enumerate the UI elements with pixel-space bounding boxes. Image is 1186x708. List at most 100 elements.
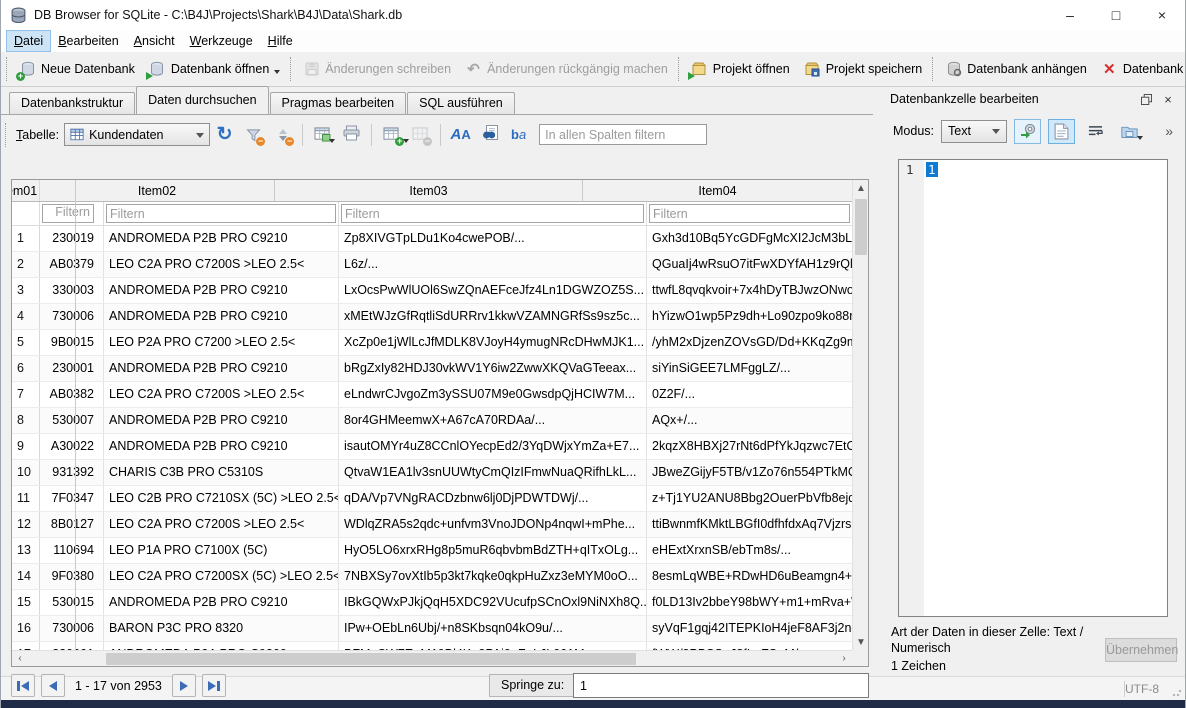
cell-item02[interactable]: LEO C2B PRO C7210SX (5C) >LEO 2.5< (104, 486, 339, 511)
resize-grip-icon[interactable] (1172, 687, 1182, 697)
mode-select[interactable]: Text (941, 119, 1007, 143)
cell-item03[interactable]: qDA/Vp7VNgRACDzbnw6lj0DjPDWTDWj/... (339, 486, 647, 511)
menu-hilfe[interactable]: Hilfe (261, 31, 300, 51)
cell-item03[interactable]: Zp8XIVGTpLDu1Ko4cwePOB/... (339, 226, 647, 251)
cell-item04[interactable]: AQx+/... (647, 408, 852, 433)
insert-record-button[interactable]: + (378, 122, 410, 148)
menu-ansicht[interactable]: Ansicht (127, 31, 182, 51)
close-panel-icon[interactable]: × (1159, 91, 1177, 107)
cell-item03[interactable]: bRgZxIy82HDJ30vkWV1Y6iw2ZwwXKQVaGTeeax..… (339, 356, 647, 381)
import-data-button[interactable] (1014, 118, 1041, 144)
filter-all-columns-input[interactable] (539, 124, 708, 145)
clear-sorting-button[interactable]: − (269, 122, 296, 148)
cell-item03[interactable]: IBkGQWxPJkjQqH5XDC92VUcufpSCnOxl9NiNXh8Q… (339, 590, 647, 615)
float-panel-icon[interactable] (1137, 91, 1155, 107)
horizontal-scrollbar[interactable]: ‹ › (12, 650, 852, 666)
scroll-down-arrow[interactable]: ▼ (853, 634, 869, 650)
cell-item02[interactable]: ANDROMEDA P2B PRO C9210 (104, 434, 339, 459)
close-button[interactable]: × (1139, 0, 1185, 30)
apply-button[interactable]: Übernehmen (1105, 638, 1178, 662)
delete-record-button[interactable]: − (407, 122, 434, 148)
cell-item02[interactable]: ANDROMEDA P2B PRO C9210 (104, 356, 339, 381)
cell-item03[interactable]: 8or4GHMeemwX+A67cA70RDAa/... (339, 408, 647, 433)
cell-editor-content[interactable]: 1 (924, 160, 1167, 616)
cell-item02[interactable]: ANDROMEDA P3A PRO C9300 (104, 642, 339, 650)
minimize-button[interactable]: – (1047, 0, 1093, 30)
tab-datenbankstruktur[interactable]: Datenbankstruktur (9, 92, 136, 114)
cell-item04[interactable]: ttwfL8qvqkvoir+7x4hDyTBJwzONwo+C (647, 278, 852, 303)
previous-page-button[interactable] (41, 674, 65, 697)
cell-item02[interactable]: ANDROMEDA P2B PRO C9210 (104, 590, 339, 615)
scroll-right-arrow[interactable]: › (836, 651, 852, 667)
cell-item04[interactable]: Gxh3d10Bq5YcGDFgMcXI2JcM3bLEbS7 (647, 226, 852, 251)
column-header-item04[interactable]: Item04 (583, 180, 852, 201)
cell-item03[interactable]: L6z/... (339, 252, 647, 277)
filter-item04[interactable] (647, 202, 852, 225)
open-project-button[interactable]: Projekt öffnen (684, 57, 797, 82)
cell-item04[interactable]: z+Tj1YU2ANU8Bbg2OuerPbVfb8ejqAY (647, 486, 852, 511)
filter-item02[interactable] (104, 202, 339, 225)
next-page-button[interactable] (171, 674, 196, 697)
refresh-button[interactable]: ↻ (211, 122, 238, 148)
cell-item02[interactable]: ANDROMEDA P2B PRO C9210 (104, 304, 339, 329)
cell-item04[interactable]: 8esmLqWBE+RDwHD6uBeamgn4+4tM (647, 564, 852, 589)
cell-item03[interactable]: XcZp0e1jWlLcJfMDLK8VJoyH4ymugNRcDHwMJK1.… (339, 330, 647, 355)
print-button[interactable] (338, 122, 365, 148)
open-database-button[interactable]: Datenbank öffnen (142, 57, 287, 82)
format-toggle-button[interactable]: AA (447, 122, 474, 148)
column-header-item03[interactable]: Item03 (275, 180, 583, 201)
cell-item03[interactable]: IPw+OEbLn6Ubj/+n8SKbsqn04kO9u/... (339, 616, 647, 641)
cell-item04[interactable]: f0LD13Iv2bbeY98bWY+m1+mRva+W6 (647, 590, 852, 615)
save-project-button[interactable]: Projekt speichern (797, 57, 930, 82)
horizontal-scroll-thumb[interactable] (106, 652, 636, 665)
jump-to-input[interactable] (573, 673, 869, 698)
cell-item02[interactable]: CHARIS C3B PRO C5310S (104, 460, 339, 485)
toolbar-overflow-chevron[interactable]: » (1165, 123, 1173, 139)
cell-item03[interactable]: xMEtWJzGfRqtliSdURRrv1kkwVZAMNGRfSs9sz5c… (339, 304, 647, 329)
cell-item04[interactable]: syVqF1gqj42ITEPKIoH4jeF8AF3j2ndEr (647, 616, 852, 641)
scroll-left-arrow[interactable]: ‹ (12, 651, 28, 667)
revert-changes-button[interactable]: ↶ Änderungen rückgängig machen (458, 57, 675, 82)
cell-item03[interactable]: HyO5LO6xrxRHg8p5muR6qbvbmBdZTH+qITxOLg..… (339, 538, 647, 563)
case-toggle-button[interactable]: ba (505, 122, 532, 148)
jump-to-button[interactable]: Springe zu: (489, 674, 577, 697)
cell-item02[interactable]: LEO P2A PRO C7200 >LEO 2.5< (104, 330, 339, 355)
menu-werkzeuge[interactable]: Werkzeuge (183, 31, 260, 51)
attach-database-button[interactable]: Datenbank anhängen (938, 57, 1094, 82)
cell-item02[interactable]: LEO P1A PRO C7100X (5C) (104, 538, 339, 563)
cell-item04[interactable]: fWW/8PBSS+J8fL+FS+M/... (647, 642, 852, 650)
word-wrap-button[interactable] (1082, 119, 1109, 144)
clear-filters-button[interactable]: − (240, 122, 267, 148)
last-page-button[interactable] (201, 674, 226, 697)
cell-item02[interactable]: ANDROMEDA P2B PRO C9210 (104, 408, 339, 433)
write-changes-button[interactable]: Änderungen schreiben (296, 57, 458, 82)
new-database-button[interactable]: + Neue Datenbank (12, 57, 142, 82)
menu-bearbeiten[interactable]: Bearbeiten (51, 31, 125, 51)
tab-sql-ausfuehren[interactable]: SQL ausführen (407, 92, 515, 114)
table-select[interactable]: Kundendaten (64, 123, 211, 146)
cell-item02[interactable]: LEO C2A PRO C7200S >LEO 2.5< (104, 382, 339, 407)
cell-item04[interactable]: eHExtXrxnSB/ebTm8s/... (647, 538, 852, 563)
text-mode-button[interactable] (1048, 118, 1075, 144)
cell-item04[interactable]: 0Z2F/... (647, 382, 852, 407)
cell-item04[interactable]: 2kqzX8HBXj27rNt6dPfYkJqzwc7EtOCq (647, 434, 852, 459)
cell-item02[interactable]: BARON P3C PRO 8320 (104, 616, 339, 641)
cell-item02[interactable]: LEO C2A PRO C7200SX (5C) >LEO 2.5< (104, 564, 339, 589)
cell-item03[interactable]: isautOMYr4uZ8CCnlOYecpEd2/3YqDWjxYmZa+E7… (339, 434, 647, 459)
vertical-scrollbar[interactable]: ▲ ▼ (852, 180, 868, 650)
cell-item04[interactable]: QGuaIj4wRsuO7itFwXDYfAH1z9rQlKgu (647, 252, 852, 277)
tab-daten-durchsuchen[interactable]: Daten durchsuchen (136, 86, 269, 114)
cell-item03[interactable]: LxOcsPwWlUOl6SwZQnAEFceJfz4Ln1DGWZOZ5S..… (339, 278, 647, 303)
maximize-button[interactable]: □ (1093, 0, 1139, 30)
find-in-table-button[interactable] (476, 122, 503, 148)
save-cell-button[interactable] (1116, 119, 1143, 144)
cell-item04[interactable]: JBweZGijyF5TB/v1Zo76n554PTkMCI6S (647, 460, 852, 485)
cell-item02[interactable]: ANDROMEDA P2B PRO C9210 (104, 226, 339, 251)
cell-item04[interactable]: ttiBwnmfKMktLBGfI0dfhfdxAq7VjzrsOg (647, 512, 852, 537)
cell-item02[interactable]: ANDROMEDA P2B PRO C9210 (104, 278, 339, 303)
close-database-button[interactable]: ✕ Datenbank schließen (1094, 57, 1185, 82)
cell-item04[interactable]: hYizwO1wp5Pz9dh+Lo90zpo9ko88nZr (647, 304, 852, 329)
first-page-button[interactable] (11, 674, 35, 697)
vertical-scroll-thumb[interactable] (855, 199, 867, 255)
filter-item03[interactable] (339, 202, 647, 225)
